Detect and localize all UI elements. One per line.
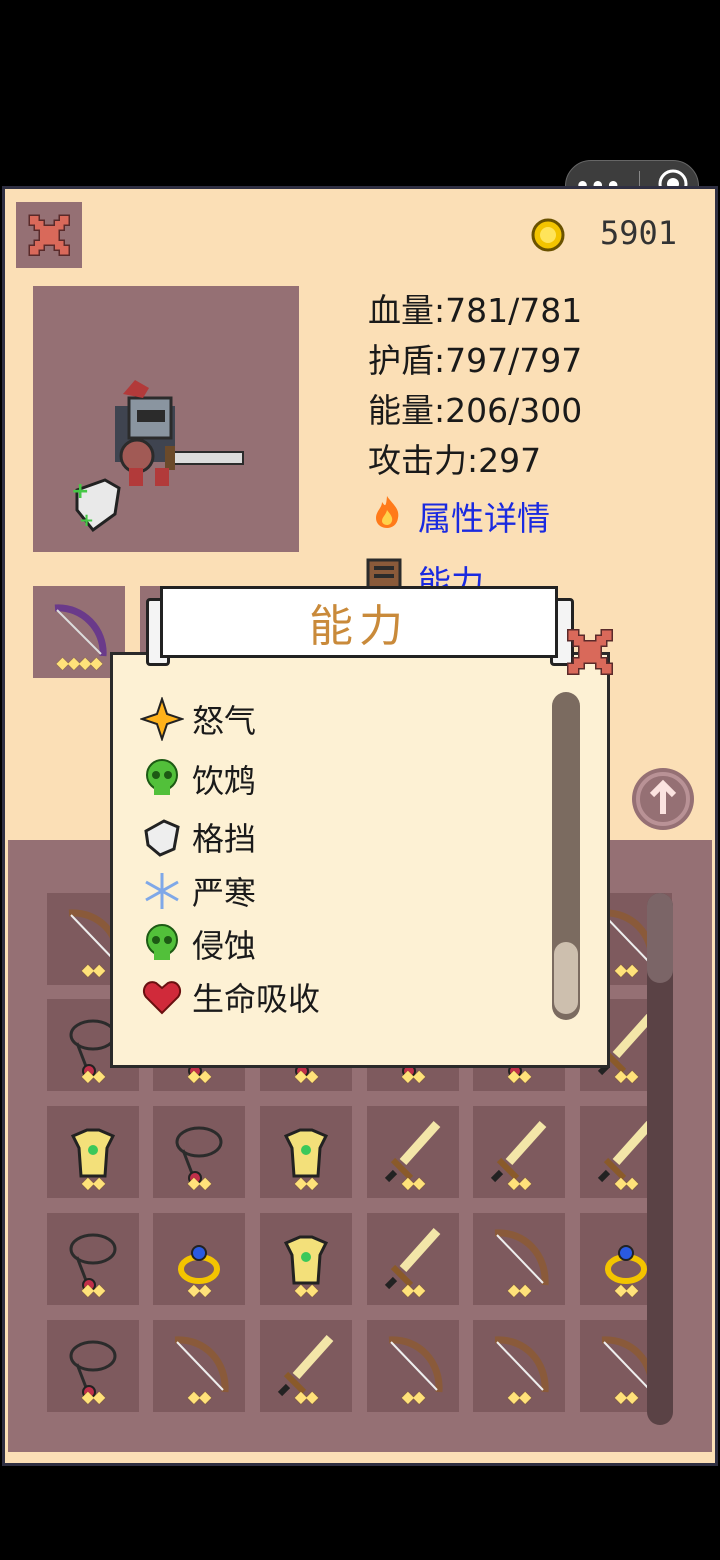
inventory-slot[interactable]: ◆◆ bbox=[47, 1320, 139, 1412]
inventory-slot[interactable]: ◆◆ bbox=[153, 1213, 245, 1305]
ability-item[interactable]: 格挡 bbox=[140, 815, 256, 859]
inventory-slot[interactable]: ◆◆ bbox=[473, 1213, 565, 1305]
rarity-stars: ◆◆ bbox=[187, 1387, 212, 1406]
rarity-stars: ◆◆ bbox=[294, 1173, 319, 1192]
ability-name: 严寒 bbox=[192, 874, 257, 912]
ability-name: 饮鸩 bbox=[192, 762, 257, 800]
rarity-stars: ◆◆ bbox=[81, 1173, 106, 1192]
coin-count: 5901 bbox=[600, 214, 678, 252]
dialog-close-button[interactable] bbox=[562, 624, 618, 680]
close-button[interactable] bbox=[16, 202, 82, 268]
inventory-slot[interactable]: ◆◆ bbox=[260, 1213, 352, 1305]
ability-name: 格挡 bbox=[192, 820, 257, 858]
hp-stat: 血量:781/781 bbox=[368, 291, 583, 330]
rarity-stars: ◆◆ bbox=[507, 1280, 532, 1299]
abilities-link[interactable]: 能力 bbox=[418, 556, 484, 586]
inventory-slot[interactable]: ◆◆ bbox=[367, 1106, 459, 1198]
rarity-stars: ◆◆ bbox=[294, 1066, 319, 1085]
ability-item[interactable]: 饮鸩 bbox=[140, 757, 256, 801]
ability-item[interactable]: 侵蚀 bbox=[140, 922, 256, 966]
character-portrait: + + bbox=[33, 286, 299, 552]
fire-icon bbox=[376, 496, 399, 528]
rarity-stars: ◆◆ bbox=[401, 1280, 426, 1299]
shield-icon bbox=[140, 815, 184, 859]
rarity-stars: ◆◆ bbox=[81, 1066, 106, 1085]
rarity-stars: ◆◆ bbox=[187, 1066, 212, 1085]
ability-name: 生命吸收 bbox=[192, 980, 321, 1018]
inventory-slot[interactable]: ◆◆ bbox=[260, 1106, 352, 1198]
inventory-slot[interactable]: ◆◆ bbox=[47, 1106, 139, 1198]
rage-star-icon bbox=[140, 697, 184, 741]
inventory-slot[interactable]: ◆◆ bbox=[367, 1213, 459, 1305]
dialog-scroll-thumb[interactable] bbox=[554, 942, 578, 1014]
arrow-up-icon bbox=[636, 772, 690, 826]
green-skull-icon bbox=[140, 922, 184, 966]
rarity-stars: ◆◆ bbox=[294, 1387, 319, 1406]
inventory-slot[interactable]: ◆◆ bbox=[153, 1320, 245, 1412]
dialog-scrollbar[interactable] bbox=[552, 692, 580, 1020]
ability-item[interactable]: 怒气 bbox=[140, 697, 256, 741]
rarity-stars: ◆◆ bbox=[507, 1387, 532, 1406]
inventory-scroll-thumb[interactable] bbox=[647, 893, 673, 983]
inventory-slot[interactable]: ◆◆ bbox=[473, 1106, 565, 1198]
green-skull-icon bbox=[140, 757, 184, 801]
book-icon bbox=[366, 558, 402, 588]
close-icon bbox=[28, 214, 70, 256]
attack-stat: 攻击力:297 bbox=[368, 441, 542, 480]
coin-icon bbox=[531, 218, 565, 252]
rarity-stars: ◆◆ bbox=[81, 1387, 106, 1406]
up-button[interactable] bbox=[632, 768, 694, 830]
rarity-stars: ◆◆ bbox=[507, 1066, 532, 1085]
rarity-stars: ◆◆ bbox=[187, 1173, 212, 1192]
svg-text:+: + bbox=[79, 510, 94, 531]
inventory-slot[interactable]: ◆◆ bbox=[47, 1213, 139, 1305]
rarity-stars: ◆◆ bbox=[401, 1173, 426, 1192]
inventory-slot[interactable]: ◆◆ bbox=[473, 1320, 565, 1412]
ability-name: 侵蚀 bbox=[192, 927, 257, 965]
heart-icon bbox=[140, 975, 184, 1019]
inventory-slot[interactable]: ◆◆ bbox=[260, 1320, 352, 1412]
rarity-stars: ◆◆ bbox=[81, 1280, 106, 1299]
energy-stat: 能量:206/300 bbox=[368, 391, 583, 430]
rarity-stars: ◆◆ bbox=[401, 1387, 426, 1406]
shield-stat: 护盾:797/797 bbox=[368, 341, 583, 380]
ability-item[interactable]: 生命吸收 bbox=[140, 975, 320, 1019]
inventory-slot[interactable]: ◆◆ bbox=[367, 1320, 459, 1412]
snowflake-icon bbox=[140, 869, 184, 913]
ability-name: 怒气 bbox=[192, 702, 257, 740]
dialog-title: 能力 bbox=[160, 586, 558, 658]
rarity-stars: ◆◆ bbox=[507, 1173, 532, 1192]
rarity-stars: ◆◆ bbox=[187, 1280, 212, 1299]
inventory-scrollbar[interactable] bbox=[647, 893, 673, 1425]
svg-text:+: + bbox=[71, 479, 89, 504]
ability-item[interactable]: 严寒 bbox=[140, 869, 256, 913]
attribute-details-link[interactable]: 属性详情 bbox=[418, 492, 550, 540]
inventory-slot[interactable]: ◆◆ bbox=[153, 1106, 245, 1198]
rarity-stars: ◆◆ bbox=[401, 1066, 426, 1085]
knight-sprite-icon: + + bbox=[71, 380, 244, 533]
rarity-stars: ◆◆ bbox=[294, 1280, 319, 1299]
